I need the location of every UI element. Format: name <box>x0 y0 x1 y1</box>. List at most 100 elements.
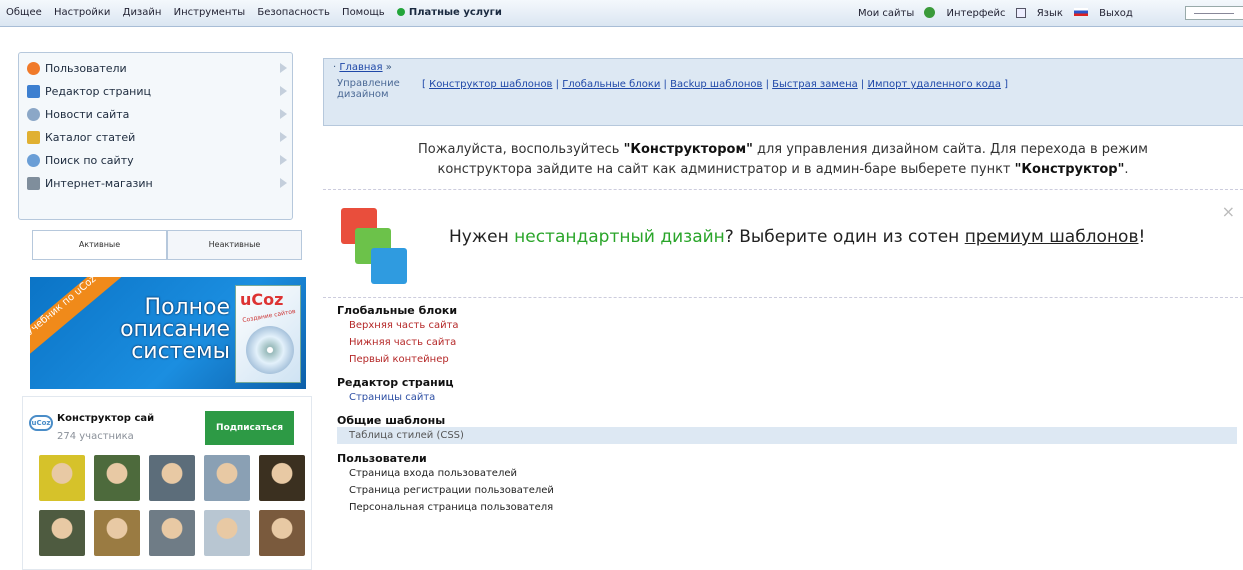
ucoz-logo: uCoz <box>240 290 284 309</box>
notice-bold-constructor-2: "Конструктор" <box>1014 162 1125 177</box>
avatar[interactable] <box>94 455 140 501</box>
community-widget: uCoz Конструктор сай 274 участника Подпи… <box>22 396 312 570</box>
chevron-right-icon <box>280 109 287 119</box>
notice-line-2: конструктора зайдите на сайт как админис… <box>323 160 1243 180</box>
paid-dot-icon <box>396 8 405 16</box>
promo-title: Полное описание системы <box>120 297 230 363</box>
language-label: Язык <box>1036 8 1063 19</box>
menu-design[interactable]: Дизайн <box>123 7 162 18</box>
catalog-icon <box>27 131 40 144</box>
promo-banner[interactable]: Учебник по uCoz Полное описание системы … <box>30 277 306 389</box>
promo-line3: системы <box>131 339 230 364</box>
page-editor-icon <box>27 85 40 98</box>
main-content: · Главная » Управление дизайном [ Констр… <box>323 34 1243 570</box>
menu-help[interactable]: Помощь <box>342 7 385 18</box>
import-code-link[interactable]: Импорт удаленного кода <box>867 79 1000 90</box>
zoom-slider[interactable] <box>1185 6 1243 20</box>
logout-link[interactable]: Выход <box>1099 8 1133 19</box>
sidebar-item-shop[interactable]: Интернет-магазин <box>25 174 287 194</box>
premium-templates-link[interactable]: премиум шаблонов <box>965 227 1139 247</box>
menu-settings[interactable]: Настройки <box>54 7 110 18</box>
banner-text-mid: ? Выберите один из сотен <box>724 227 965 247</box>
template-link[interactable]: Страница регистрации пользователей <box>337 482 1237 499</box>
banner-text: Нужен нестандартный дизайн? Выберите оди… <box>449 227 1145 247</box>
avatar[interactable] <box>204 510 250 556</box>
language-link[interactable]: Язык <box>1037 8 1088 19</box>
sidebar-item-news[interactable]: Новости сайта <box>25 105 287 125</box>
chevron-right-icon <box>280 178 287 188</box>
bullet-icon: · <box>333 62 337 73</box>
my-sites-link[interactable]: Мои сайты <box>858 7 936 19</box>
template-link[interactable]: Персональная страница пользователя <box>337 499 1237 516</box>
banner-highlight: нестандартный дизайн <box>514 227 725 247</box>
quick-replace-link[interactable]: Быстрая замена <box>772 79 858 90</box>
tree-group-heading: Общие шаблоны <box>337 414 446 427</box>
premium-banner: Нужен нестандартный дизайн? Выберите оди… <box>323 194 1243 298</box>
avatar[interactable] <box>204 455 250 501</box>
section-title: Управление дизайном <box>337 78 400 100</box>
tree-group-heading: Редактор страниц <box>337 376 454 389</box>
template-link[interactable]: Страница входа пользователей <box>337 465 1237 482</box>
tree-group-heading: Глобальные блоки <box>337 304 458 317</box>
constructor-notice: Пожалуйста, воспользуйтесь "Конструкторо… <box>323 132 1243 190</box>
user-icon <box>27 62 40 75</box>
interface-link[interactable]: Интерфейс <box>946 8 1026 19</box>
sidebar-item-label: Интернет-магазин <box>45 177 153 190</box>
design-toolbar <box>323 58 1243 126</box>
notice-text: Пожалуйста, воспользуйтесь <box>418 142 624 157</box>
global-blocks-link[interactable]: Глобальные блоки <box>562 79 660 90</box>
menu-security[interactable]: Безопасность <box>257 7 330 18</box>
tab-inactive[interactable]: Неактивные <box>167 230 302 260</box>
avatar[interactable] <box>94 510 140 556</box>
interface-label: Интерфейс <box>946 8 1006 19</box>
sidebar-item-catalog[interactable]: Каталог статей <box>25 128 287 148</box>
menu-tools[interactable]: Инструменты <box>174 7 246 18</box>
constructor-link[interactable]: Конструктор шаблонов <box>429 79 552 90</box>
sidebar-item-page-editor[interactable]: Редактор страниц <box>25 82 287 102</box>
news-icon <box>27 108 40 121</box>
template-link[interactable]: Первый контейнер <box>337 351 1237 368</box>
avatar[interactable] <box>259 455 305 501</box>
close-icon[interactable]: × <box>1222 202 1235 221</box>
promo-ribbon: Учебник по uCoz <box>30 277 122 361</box>
top-menu-bar: Общее Настройки Дизайн Инструменты Безоп… <box>0 0 1243 27</box>
russia-flag-icon <box>1073 8 1088 16</box>
chevron-right-icon <box>280 155 287 165</box>
globe-icon <box>924 7 936 18</box>
template-tree: Глобальные блоки Верхняя часть сайта Нижня… <box>337 304 1237 516</box>
subscribe-button[interactable]: Подписаться <box>205 411 294 445</box>
chevron-right-icon <box>280 86 287 96</box>
template-link[interactable]: Таблица стилей (CSS) <box>337 427 1237 444</box>
tree-group-heading: Пользователи <box>337 452 427 465</box>
interface-icon <box>1015 8 1026 18</box>
sidebar: Пользователи Редактор страниц Новости са… <box>14 42 314 570</box>
module-nav: Пользователи Редактор страниц Новости са… <box>18 52 293 220</box>
menu-general[interactable]: Общее <box>6 7 42 18</box>
template-link[interactable]: Верхняя часть сайта <box>337 317 1237 334</box>
template-link[interactable]: Страницы сайта <box>337 389 1237 406</box>
template-link[interactable]: Нижняя часть сайта <box>337 334 1237 351</box>
sidebar-item-label: Пользователи <box>45 62 127 75</box>
shop-icon <box>27 177 40 190</box>
top-menu: Общее Настройки Дизайн Инструменты Безоп… <box>6 7 520 18</box>
breadcrumb-home-link[interactable]: Главная <box>339 62 382 73</box>
backup-link[interactable]: Backup шаблонов <box>670 79 762 90</box>
group-name[interactable]: Конструктор сай <box>57 413 185 424</box>
sidebar-item-users[interactable]: Пользователи <box>25 59 287 79</box>
sidebar-item-search[interactable]: Поиск по сайту <box>25 151 287 171</box>
avatar[interactable] <box>259 510 305 556</box>
avatar[interactable] <box>39 510 85 556</box>
breadcrumb: · Главная » <box>333 62 392 73</box>
promo-box-sub: Создание сайтов <box>241 307 297 325</box>
avatar[interactable] <box>149 510 195 556</box>
design-links: [ Конструктор шаблонов | Глобальные блок… <box>422 79 1009 90</box>
menu-paid-services[interactable]: Платные услуги <box>396 7 511 18</box>
promo-box: uCoz Создание сайтов <box>235 285 301 383</box>
sidebar-item-label: Редактор страниц <box>45 85 152 98</box>
avatar[interactable] <box>39 455 85 501</box>
banner-text-end: ! <box>1138 227 1146 247</box>
my-sites-label: Мои сайты <box>858 8 915 19</box>
avatar[interactable] <box>149 455 195 501</box>
tab-active[interactable]: Активные <box>32 230 167 260</box>
chevron-right-icon <box>280 63 287 73</box>
